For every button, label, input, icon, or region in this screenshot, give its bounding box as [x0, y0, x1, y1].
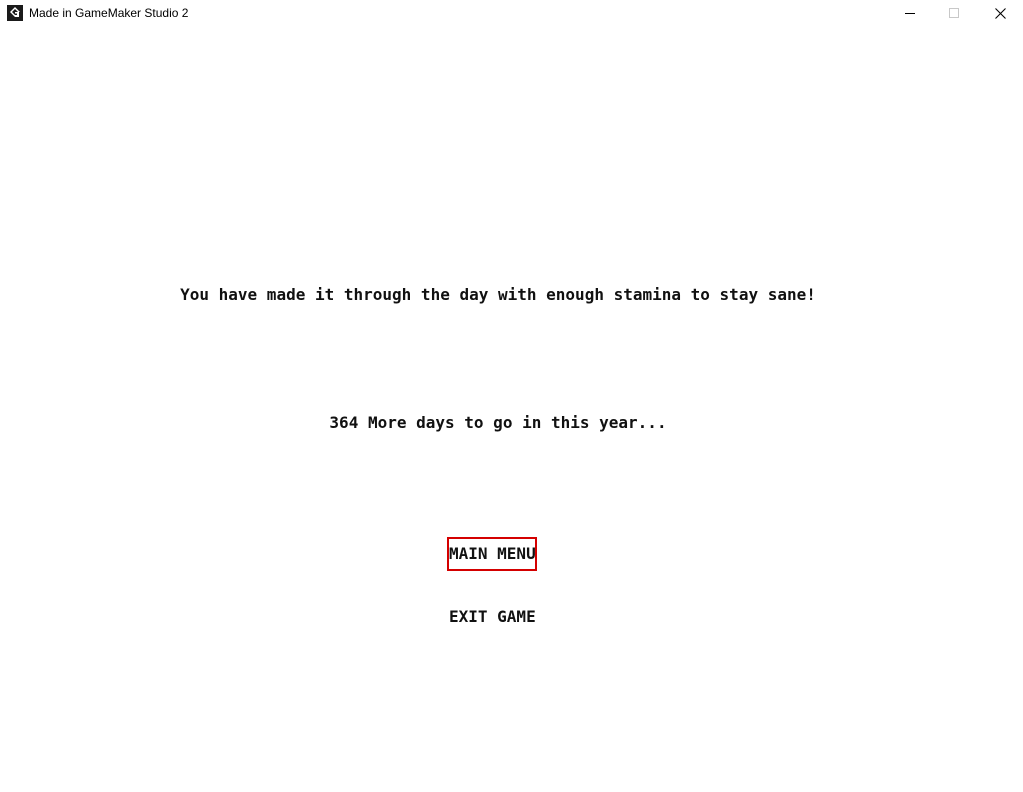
days-remaining-text: 364 More days to go in this year...	[329, 413, 667, 432]
title-bar[interactable]: Made in GameMaker Studio 2	[0, 0, 1023, 26]
gamemaker-icon	[7, 5, 23, 21]
end-of-day-message: You have made it through the day with en…	[180, 285, 816, 304]
close-icon	[994, 7, 1006, 19]
minimize-button[interactable]	[887, 0, 933, 26]
maximize-button[interactable]	[931, 0, 977, 26]
game-window: Made in GameMaker Studio 2 You have made…	[0, 0, 1023, 792]
close-button[interactable]	[977, 0, 1023, 26]
maximize-icon	[949, 8, 959, 18]
window-title: Made in GameMaker Studio 2	[29, 6, 189, 20]
minimize-icon	[905, 13, 915, 14]
game-canvas: You have made it through the day with en…	[0, 26, 1023, 792]
main-menu-button[interactable]: MAIN MENU	[447, 537, 537, 571]
exit-game-button[interactable]: EXIT GAME	[447, 600, 537, 634]
